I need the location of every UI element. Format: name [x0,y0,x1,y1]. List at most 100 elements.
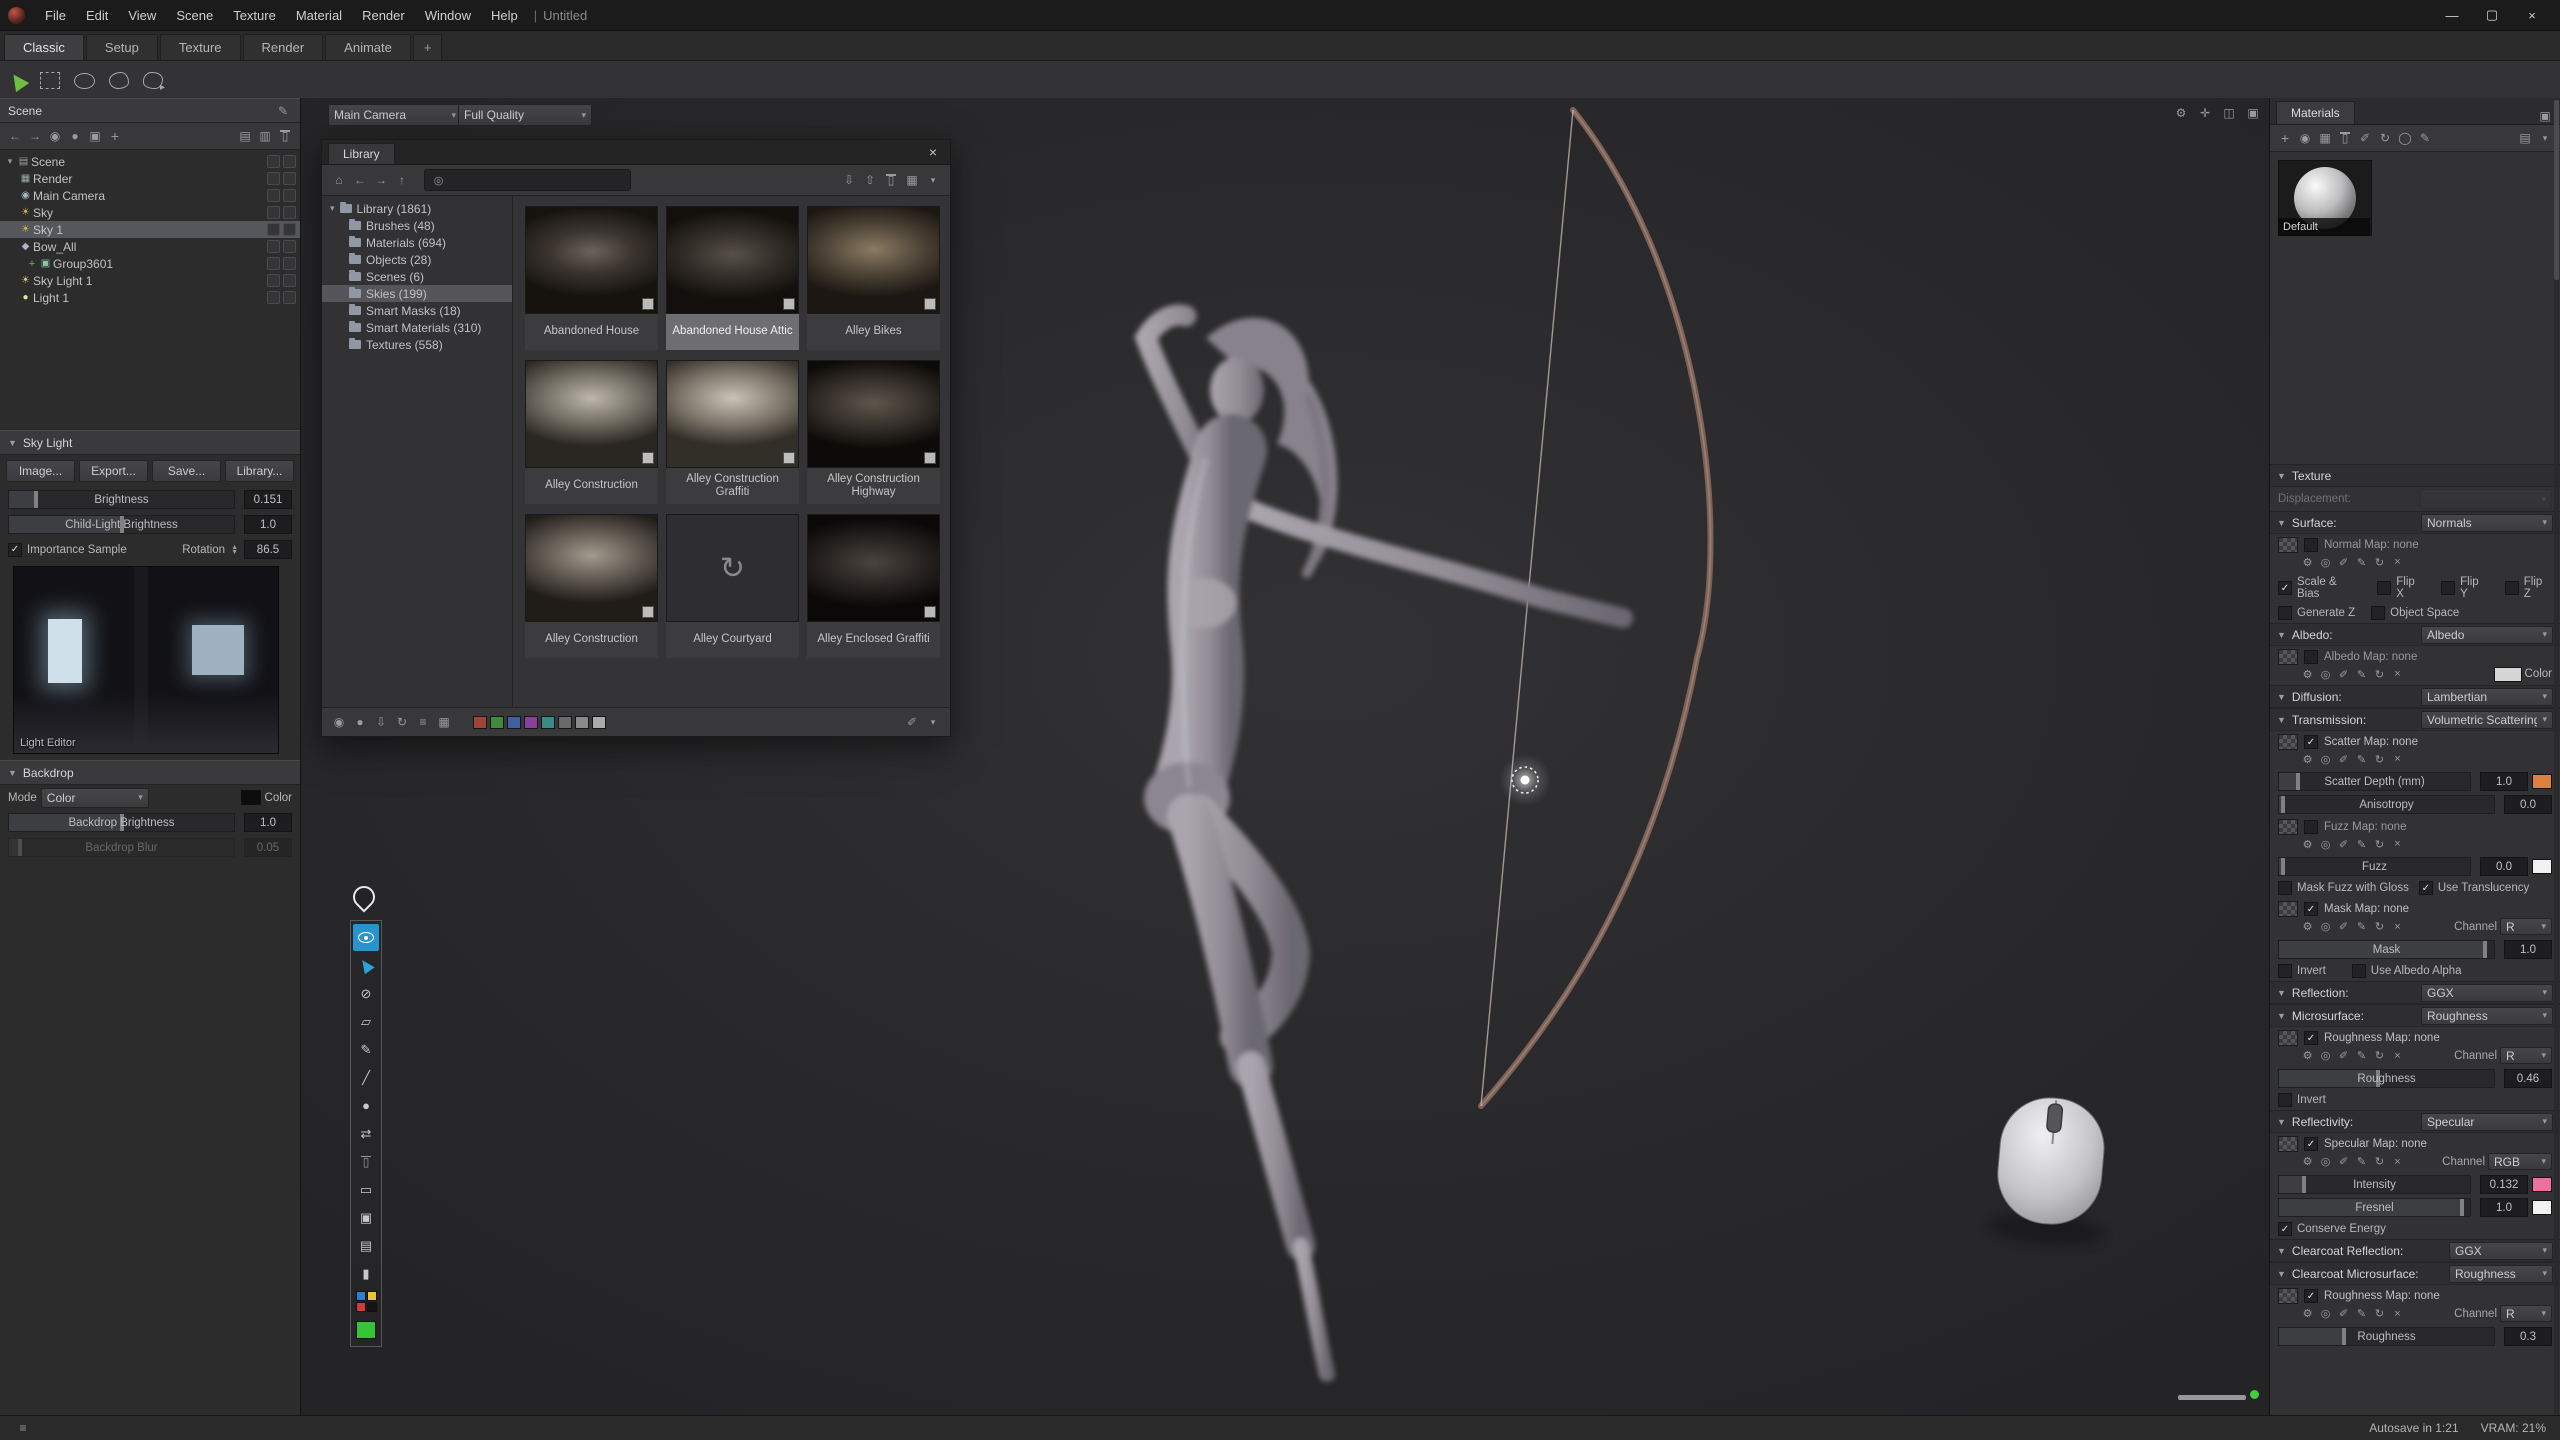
flip-y-checkbox[interactable]: Flip Y [2441,576,2489,600]
normal-map-row[interactable]: Normal Map: none [2270,534,2560,554]
backdrop-brightness-value[interactable]: 1.0 [244,813,292,832]
menu-render[interactable]: Render [352,0,415,30]
new-folder-icon[interactable] [256,128,274,144]
map-edit-icon[interactable] [2354,836,2369,852]
visibility-toggle[interactable] [283,291,296,304]
edit-material-icon[interactable] [2416,130,2434,146]
visibility-toggle[interactable] [283,155,296,168]
map-edit-icon[interactable] [2354,919,2369,935]
close-button[interactable]: × [2512,0,2552,30]
active-color-swatch[interactable] [353,1316,379,1343]
undo-tool[interactable]: ⇄ [353,1120,379,1147]
up-folder-icon[interactable] [393,172,411,188]
menu-texture[interactable]: Texture [223,0,286,30]
clearcoat-roughness-map-row[interactable]: Roughness Map: none [2270,1285,2560,1305]
folder-objects[interactable]: Objects (28) [322,251,512,268]
transform-gizmo-icon[interactable] [2196,105,2214,121]
child-light-brightness-value[interactable]: 1.0 [244,515,292,534]
map-settings-icon[interactable] [2300,666,2315,682]
child-light-brightness-slider[interactable]: Child-Light Brightness [8,515,235,534]
sky-thumbnail[interactable]: Alley Bikes [807,206,940,350]
albedo-map-row[interactable]: Albedo Map: none [2270,646,2560,666]
map-browse-icon[interactable] [2318,554,2333,570]
map-clear-icon[interactable] [2390,554,2405,570]
map-edit-icon[interactable] [2354,1306,2369,1322]
thumb-checkbox[interactable] [924,298,936,310]
marquee-select-tool-icon[interactable] [40,72,60,89]
lock-toggle[interactable] [267,172,280,185]
map-browse-icon[interactable] [2318,1154,2333,1170]
tag-color-chip[interactable] [524,716,538,729]
visibility-tool[interactable] [353,924,379,951]
sky-thumbnail[interactable]: Alley Construction Graffiti [666,360,799,504]
map-reload-icon[interactable] [2372,1048,2387,1064]
folder-library[interactable]: ▾Library (1861) [322,200,512,217]
checker-background-icon[interactable] [2316,130,2334,146]
tag-color-chip[interactable] [592,716,606,729]
tree-row-bow-all[interactable]: Bow_All [0,238,300,255]
object-space-checkbox[interactable]: Object Space [2371,606,2459,620]
library-title-bar[interactable]: Library × [322,140,950,165]
mask-fuzz-gloss-checkbox[interactable]: Mask Fuzz with Gloss [2278,881,2409,895]
material-item-default[interactable]: Default [2278,160,2370,236]
preview-sphere-icon[interactable] [330,714,348,730]
map-reload-icon[interactable] [2372,1154,2387,1170]
map-browse-icon[interactable] [2318,919,2333,935]
visibility-toggle[interactable] [283,240,296,253]
clipboard-tool[interactable]: ▤ [353,1232,379,1259]
search-input[interactable] [451,172,624,188]
brush-size-dot[interactable]: ● [353,1092,379,1119]
thumb-checkbox[interactable] [642,298,654,310]
library-material-icon[interactable] [2396,130,2414,146]
map-browse-icon[interactable] [2318,666,2333,682]
folder-textures[interactable]: Textures (558) [322,336,512,353]
roughness-slider[interactable]: Roughness [2278,1069,2495,1088]
sky-thumbnail[interactable]: Alley Construction Highway [807,360,940,504]
delete-material-icon[interactable] [2336,130,2354,146]
reflectivity-mode-dropdown[interactable]: Specular▾ [2421,1113,2553,1131]
new-material-icon[interactable] [2276,130,2294,146]
map-reload-icon[interactable] [2372,751,2387,767]
map-clear-icon[interactable] [2390,751,2405,767]
folder-skies[interactable]: Skies (199) [322,285,512,302]
use-albedo-alpha-checkbox[interactable]: Use Albedo Alpha [2352,964,2462,978]
map-thumbnail[interactable] [2278,1288,2298,1304]
tree-row-scene[interactable]: ▾Scene [0,153,300,170]
map-settings-icon[interactable] [2300,836,2315,852]
map-edit-icon[interactable] [2354,554,2369,570]
map-clear-icon[interactable] [2390,919,2405,935]
clearcoat-reflection-mode-dropdown[interactable]: GGX▾ [2449,1242,2553,1260]
visibility-toggle[interactable] [283,257,296,270]
screenshot-tool[interactable]: ▣ [353,1204,379,1231]
mask-channel-dropdown[interactable]: R▾ [2500,918,2552,935]
albedo-color-swatch[interactable] [2494,667,2522,682]
tree-row-sky-1[interactable]: Sky 1 [0,221,300,238]
library-window[interactable]: Library × ▾ [321,139,951,737]
map-paint-icon[interactable] [2336,751,2351,767]
roughness-value[interactable]: 0.46 [2504,1069,2552,1088]
folder-smart-materials[interactable]: Smart Materials (310) [322,319,512,336]
mask-map-row[interactable]: Mask Map: none [2270,898,2560,918]
board-tool[interactable]: ▭ [353,1176,379,1203]
map-thumbnail[interactable] [2278,901,2298,917]
add-light-icon[interactable] [66,128,84,144]
clear-tool[interactable] [353,1148,379,1175]
map-enable-checkbox[interactable] [2304,902,2318,916]
fresnel-value[interactable]: 1.0 [2480,1198,2528,1217]
clearcoat-roughness-channel-dropdown[interactable]: R▾ [2500,1305,2552,1322]
sky-thumbnail[interactable]: Alley Construction [525,514,658,658]
image-button[interactable]: Image... [6,460,75,482]
map-enable-checkbox[interactable] [2304,735,2318,749]
refresh-icon[interactable] [393,714,411,730]
thumb-checkbox[interactable] [783,298,795,310]
panel-options-icon[interactable] [2536,108,2554,124]
map-edit-icon[interactable] [2354,751,2369,767]
map-enable-checkbox[interactable] [2304,650,2318,664]
importance-sample-checkbox[interactable]: Importance Sample [8,543,127,557]
preview-sphere-icon[interactable] [2296,130,2314,146]
section-clearcoat-reflection-header[interactable]: ▼ Clearcoat Reflection: GGX▾ [2270,1239,2560,1262]
save-button[interactable]: Save... [152,460,221,482]
visibility-toggle[interactable] [283,206,296,219]
map-settings-icon[interactable] [2300,751,2315,767]
folder-scenes[interactable]: Scenes (6) [322,268,512,285]
